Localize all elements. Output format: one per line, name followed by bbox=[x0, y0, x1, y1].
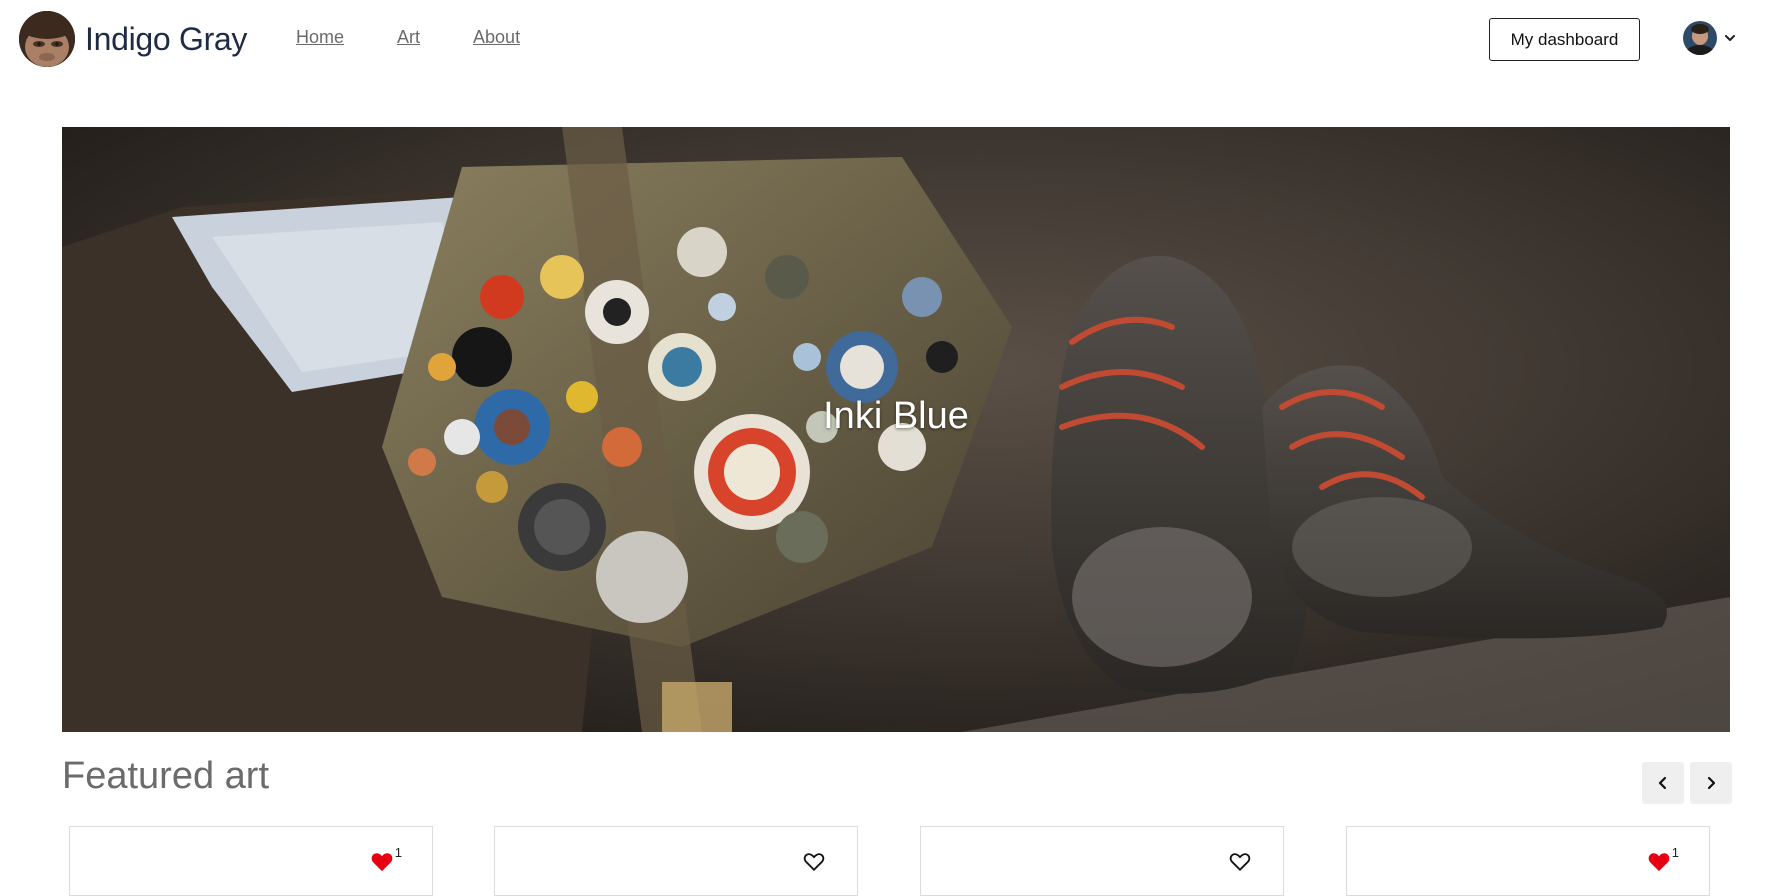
like-button[interactable] bbox=[1229, 852, 1253, 872]
like-button[interactable] bbox=[803, 852, 827, 872]
my-dashboard-button[interactable]: My dashboard bbox=[1489, 18, 1640, 61]
chevron-right-icon bbox=[1707, 776, 1716, 790]
art-card[interactable]: 1 bbox=[69, 826, 433, 896]
heart-filled-icon bbox=[1648, 853, 1670, 872]
chevron-left-icon bbox=[1658, 776, 1667, 790]
main-nav: Home Art About bbox=[296, 27, 573, 48]
carousel-prev-button[interactable] bbox=[1642, 762, 1684, 804]
art-card[interactable] bbox=[494, 826, 858, 896]
like-count: 1 bbox=[394, 845, 402, 860]
nav-link-art[interactable]: Art bbox=[397, 27, 420, 48]
nav-link-about[interactable]: About bbox=[473, 27, 520, 48]
heart-outline-icon bbox=[1229, 853, 1251, 872]
art-card[interactable]: 1 bbox=[1346, 826, 1710, 896]
like-count: 1 bbox=[1671, 845, 1679, 860]
like-button[interactable]: 1 bbox=[1648, 845, 1679, 872]
hero-banner[interactable]: Inki Blue bbox=[62, 127, 1730, 732]
heart-filled-icon bbox=[371, 853, 393, 872]
carousel-next-button[interactable] bbox=[1690, 762, 1732, 804]
brand-portrait-image bbox=[19, 11, 75, 67]
user-menu[interactable] bbox=[1683, 21, 1737, 55]
brand-avatar bbox=[19, 11, 75, 67]
heart-outline-icon bbox=[803, 853, 825, 872]
like-button[interactable]: 1 bbox=[371, 845, 402, 872]
brand-home-link[interactable]: Indigo Gray bbox=[19, 11, 247, 67]
nav-link-home[interactable]: Home bbox=[296, 27, 344, 48]
brand-name: Indigo Gray bbox=[85, 20, 248, 57]
chevron-down-icon bbox=[1725, 35, 1735, 41]
featured-art-heading: Featured art bbox=[62, 755, 269, 797]
hero-title: Inki Blue bbox=[823, 395, 969, 437]
user-avatar bbox=[1683, 21, 1717, 55]
site-header: Indigo Gray Home Art About My dashboard bbox=[0, 0, 1775, 78]
art-card[interactable] bbox=[920, 826, 1284, 896]
